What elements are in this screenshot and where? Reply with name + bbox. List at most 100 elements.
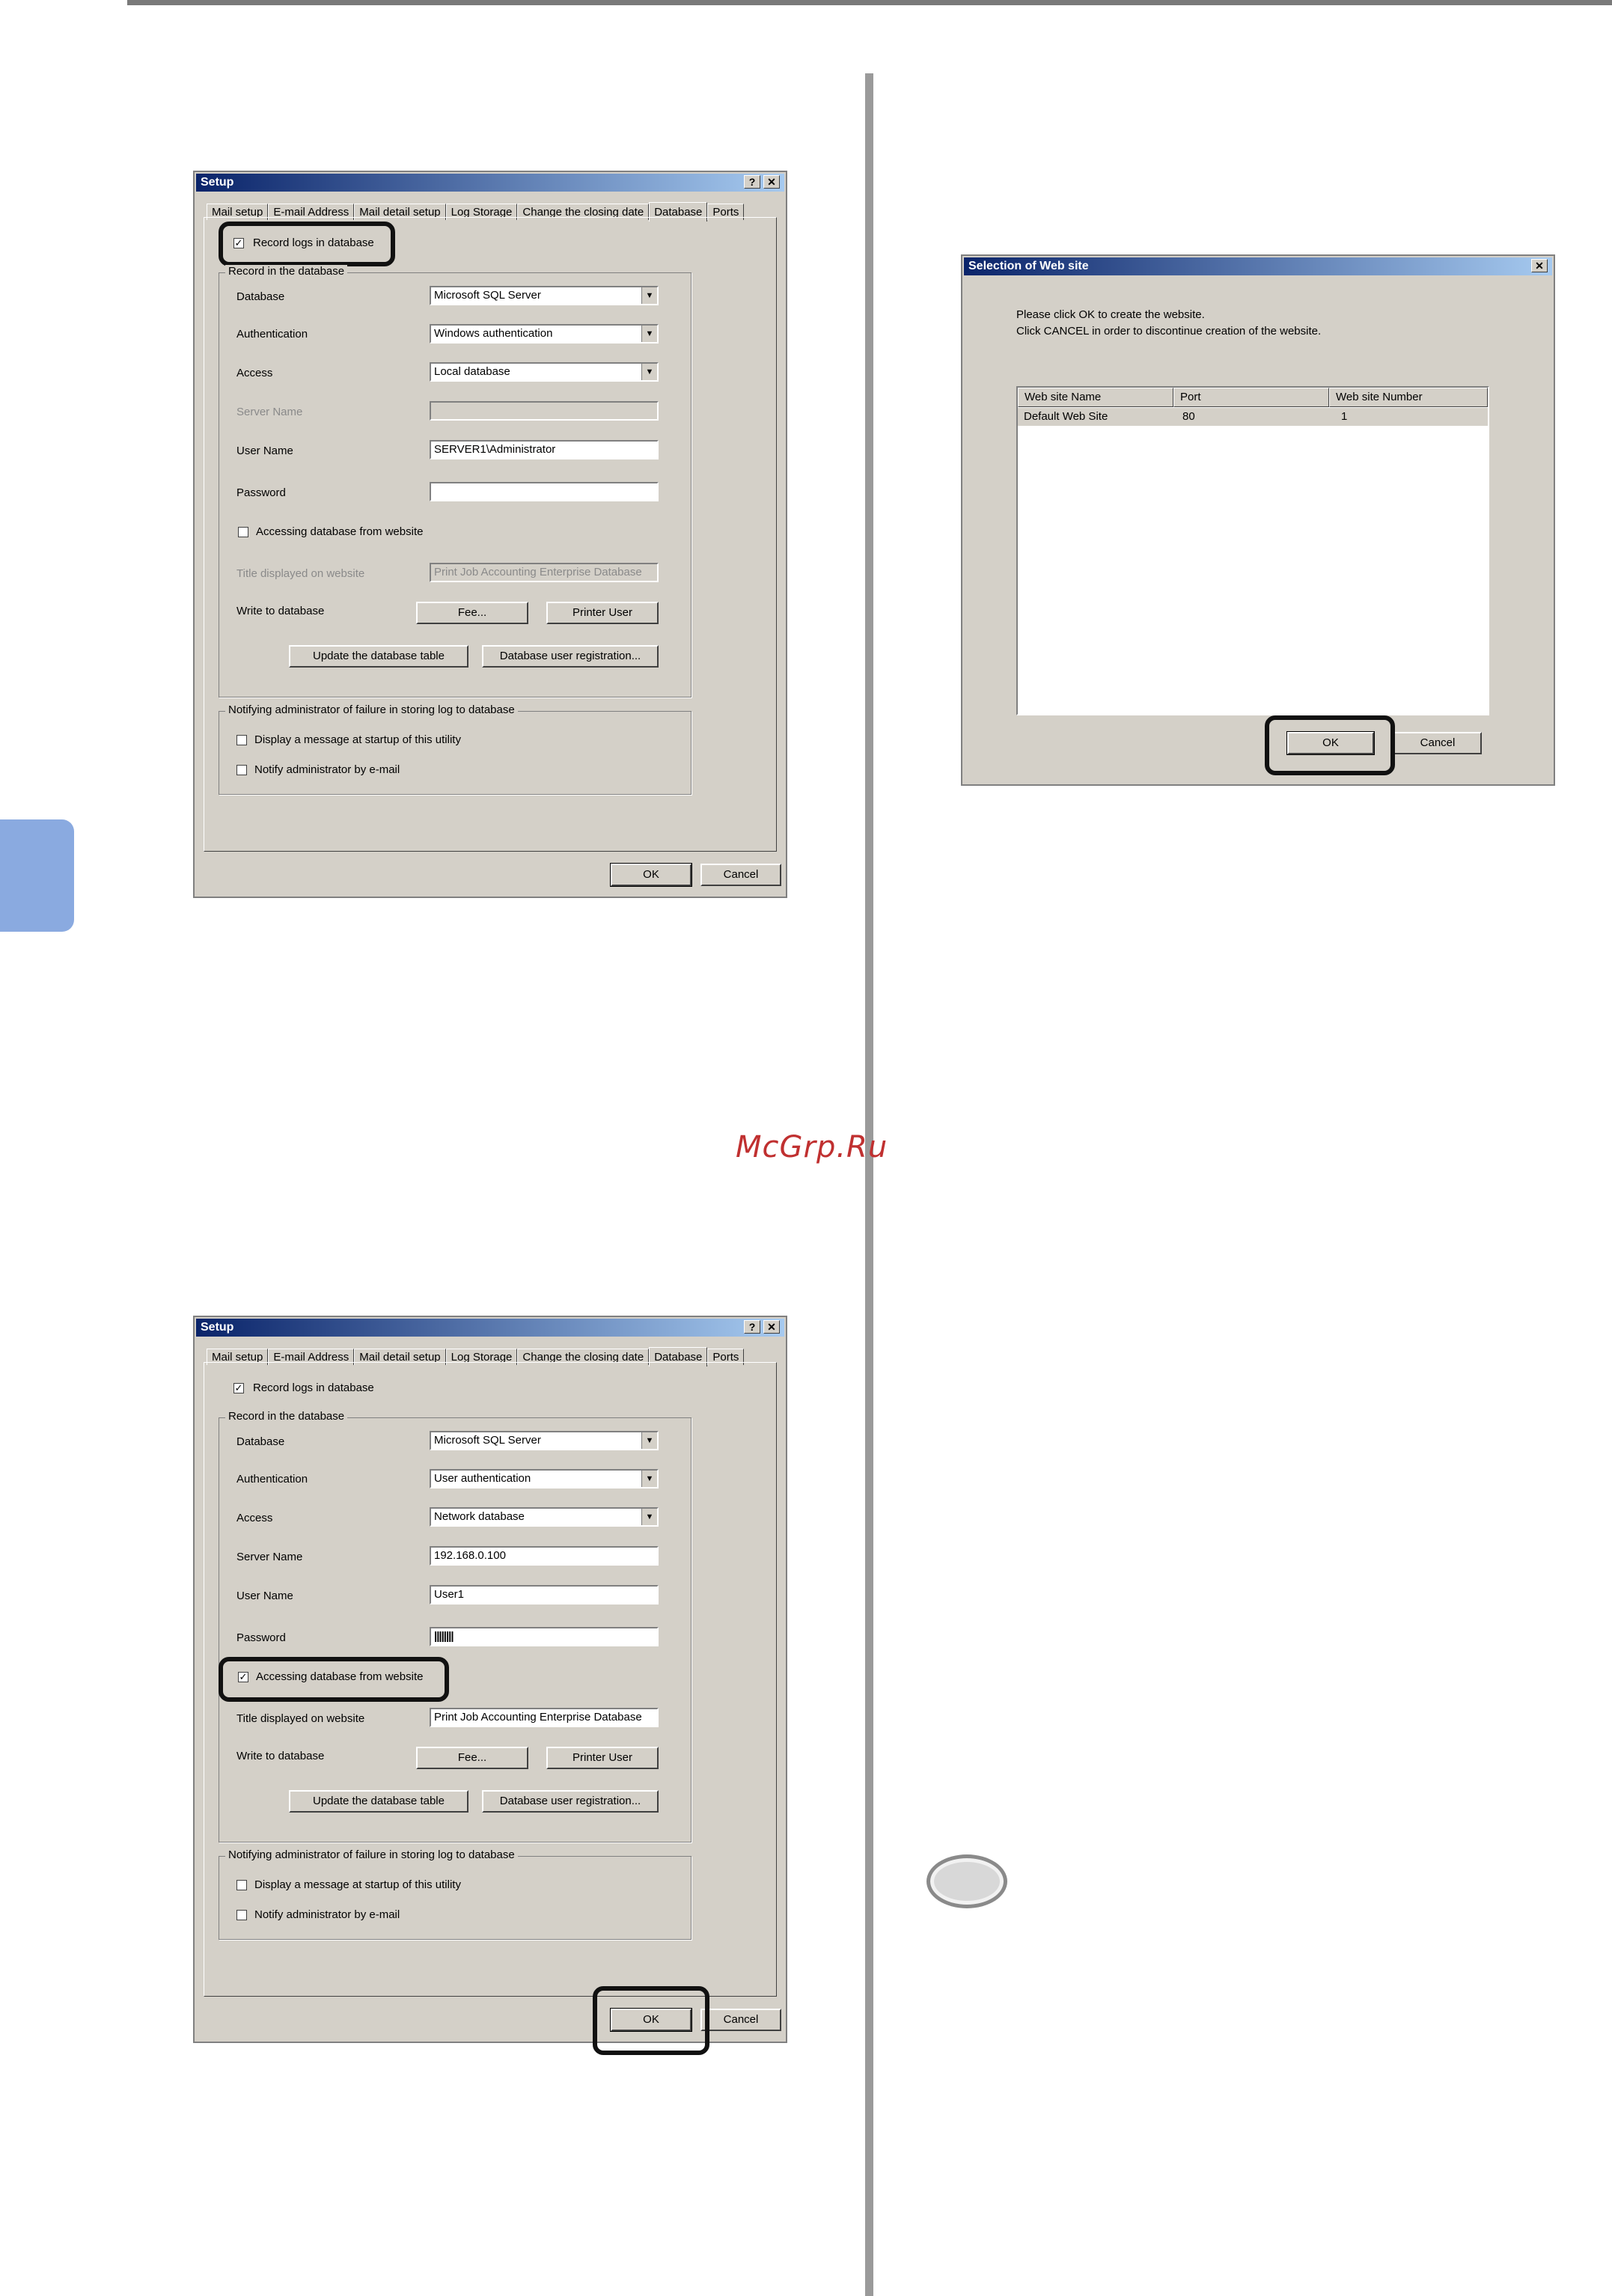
group-title: Notifying administrator of failure in st…: [225, 1848, 518, 1861]
column-header-port[interactable]: Port: [1173, 388, 1329, 407]
database-value: Microsoft SQL Server: [434, 289, 541, 302]
chevron-down-icon: ▼: [641, 1432, 657, 1449]
user-name-input[interactable]: SERVER1\Administrator: [430, 440, 659, 459]
chevron-down-icon: ▼: [641, 364, 657, 380]
message-line-1: Please click OK to create the website.: [1016, 308, 1205, 321]
server-name-input[interactable]: 192.168.0.100: [430, 1546, 659, 1566]
display-msg-label: Display a message at startup of this uti…: [254, 733, 461, 746]
server-name-input[interactable]: [430, 401, 659, 421]
highlight-ok: [1265, 715, 1395, 775]
user-name-label: User Name: [236, 1590, 293, 1602]
database-value: Microsoft SQL Server: [434, 1434, 541, 1447]
access-value: Network database: [434, 1510, 525, 1523]
group-title: Record in the database: [225, 1410, 348, 1423]
printer-user-button[interactable]: Printer User: [546, 602, 659, 624]
authentication-value: User authentication: [434, 1472, 531, 1485]
access-label: Access: [236, 367, 273, 379]
display-msg-checkbox[interactable]: [236, 1880, 247, 1890]
column-header-number[interactable]: Web site Number: [1329, 388, 1488, 407]
title-web-input[interactable]: Print Job Accounting Enterprise Database: [430, 1708, 659, 1727]
db-user-registration-button[interactable]: Database user registration...: [482, 645, 659, 668]
user-name-input[interactable]: User1: [430, 1585, 659, 1605]
chapter-tab: [0, 819, 74, 932]
database-select[interactable]: Microsoft SQL Server ▼: [430, 286, 659, 305]
chevron-down-icon: ▼: [641, 287, 657, 304]
tab-strip: Mail setup E-mail Address Mail detail setu…: [207, 1346, 745, 1367]
accessing-web-checkbox[interactable]: [238, 527, 248, 537]
column-divider: [865, 73, 873, 2296]
access-value: Local database: [434, 365, 510, 378]
cell-port: 80: [1182, 410, 1195, 423]
notify-email-label: Notify administrator by e-mail: [254, 1908, 400, 1921]
chevron-down-icon: ▼: [641, 1509, 657, 1525]
close-button[interactable]: ✕: [1531, 259, 1548, 272]
authentication-label: Authentication: [236, 328, 308, 341]
close-button[interactable]: ✕: [763, 175, 780, 189]
help-button[interactable]: ?: [744, 175, 760, 189]
setup-dialog-2: Setup ? ✕ Mail setup E-mail Address Mail d…: [193, 1316, 787, 2055]
ok-button[interactable]: OK: [610, 863, 692, 887]
record-logs-checkbox[interactable]: ✓: [233, 1383, 244, 1393]
password-input[interactable]: [430, 482, 659, 501]
display-msg-checkbox[interactable]: [236, 735, 247, 745]
update-db-table-button[interactable]: Update the database table: [289, 645, 468, 668]
close-button[interactable]: ✕: [763, 1320, 780, 1334]
access-select[interactable]: Local database ▼: [430, 362, 659, 382]
server-name-label: Server Name: [236, 406, 303, 418]
cell-site-number: 1: [1341, 410, 1348, 423]
cancel-button[interactable]: Cancel: [700, 864, 781, 886]
notify-email-label: Notify administrator by e-mail: [254, 763, 400, 776]
chevron-down-icon: ▼: [641, 1471, 657, 1487]
write-db-label: Write to database: [236, 605, 325, 617]
write-db-label: Write to database: [236, 1750, 325, 1762]
cancel-button[interactable]: Cancel: [1393, 732, 1482, 754]
selection-website-dialog: Selection of Web site ✕ Please click OK …: [961, 254, 1555, 786]
update-db-table-button[interactable]: Update the database table: [289, 1790, 468, 1813]
notify-email-checkbox[interactable]: [236, 765, 247, 775]
title-web-input[interactable]: Print Job Accounting Enterprise Database: [430, 563, 659, 582]
authentication-select[interactable]: User authentication ▼: [430, 1469, 659, 1489]
cancel-button[interactable]: Cancel: [700, 2009, 781, 2031]
highlight-ok: [593, 1986, 709, 2055]
printer-user-button[interactable]: Printer User: [546, 1747, 659, 1769]
help-button[interactable]: ?: [744, 1320, 760, 1334]
accessing-web-label: Accessing database from website: [256, 525, 424, 538]
website-list[interactable]: Web site Name Port Web site Number Defau…: [1016, 386, 1489, 715]
title-web-label: Title displayed on website: [236, 1712, 365, 1725]
group-notify-admin: Notifying administrator of failure in st…: [219, 703, 691, 795]
password-input[interactable]: ||||||||: [430, 1627, 659, 1646]
db-user-registration-button[interactable]: Database user registration...: [482, 1790, 659, 1813]
database-label: Database: [236, 1435, 285, 1448]
titlebar: Setup: [196, 174, 784, 192]
tab-strip: Mail setup E-mail Address Mail detail setu…: [207, 201, 745, 222]
database-label: Database: [236, 290, 285, 303]
chevron-down-icon: ▼: [641, 326, 657, 342]
table-row[interactable]: Default Web Site 80 1: [1018, 408, 1488, 426]
password-label: Password: [236, 1631, 286, 1644]
notify-email-checkbox[interactable]: [236, 1910, 247, 1920]
display-msg-label: Display a message at startup of this uti…: [254, 1878, 461, 1891]
database-select[interactable]: Microsoft SQL Server ▼: [430, 1431, 659, 1450]
server-name-label: Server Name: [236, 1551, 303, 1563]
titlebar: Setup: [196, 1319, 784, 1337]
user-name-label: User Name: [236, 445, 293, 457]
record-logs-label: Record logs in database: [253, 1381, 374, 1394]
title-web-label: Title displayed on website: [236, 567, 365, 580]
access-select[interactable]: Network database ▼: [430, 1507, 659, 1527]
fee-button[interactable]: Fee...: [416, 602, 528, 624]
highlight-accessing-web: [219, 1657, 449, 1702]
authentication-select[interactable]: Windows authentication ▼: [430, 324, 659, 344]
cell-site-name: Default Web Site: [1024, 410, 1108, 423]
group-title: Record in the database: [225, 265, 348, 278]
authentication-value: Windows authentication: [434, 327, 553, 340]
fee-button[interactable]: Fee...: [416, 1747, 528, 1769]
access-label: Access: [236, 1512, 273, 1524]
note-icon: [926, 1854, 1007, 1908]
highlight-record-logs: [219, 222, 395, 266]
group-title: Notifying administrator of failure in st…: [225, 703, 518, 716]
titlebar: Selection of Web site: [964, 257, 1552, 275]
authentication-label: Authentication: [236, 1473, 308, 1486]
column-header-name[interactable]: Web site Name: [1018, 388, 1173, 407]
group-notify-admin: Notifying administrator of failure in st…: [219, 1848, 691, 1940]
watermark: McGrp.Ru: [736, 1130, 888, 1164]
